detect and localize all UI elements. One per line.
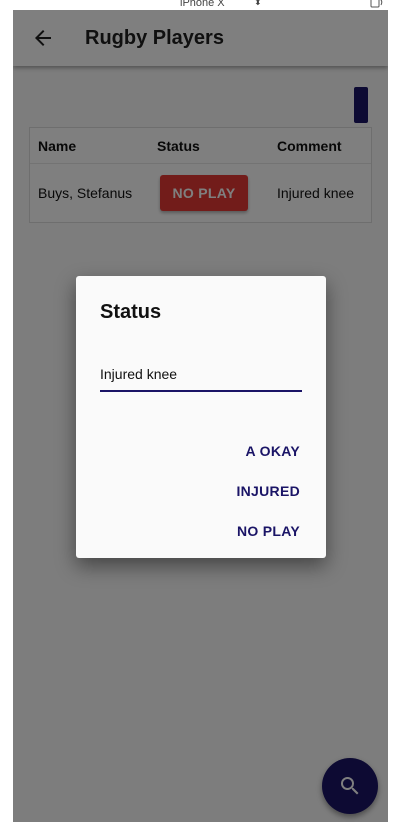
devtools-device-toolbar: iPhone X ⬍ xyxy=(0,0,404,10)
device-name[interactable]: iPhone X xyxy=(180,0,225,9)
app-screen: Rugby Players Name Status Comment Buys, … xyxy=(13,10,388,822)
option-injured-button[interactable]: INJURED xyxy=(236,483,300,499)
dialog-title: Status xyxy=(100,301,162,323)
option-a-okay-button[interactable]: A OKAY xyxy=(246,443,300,459)
option-no-play-button[interactable]: NO PLAY xyxy=(237,523,300,539)
device-select-arrows[interactable]: ⬍ xyxy=(254,0,262,8)
comment-input[interactable] xyxy=(100,364,302,392)
rotate-device-icon[interactable] xyxy=(368,0,384,8)
status-dialog: Status A OKAY INJURED NO PLAY xyxy=(76,276,326,558)
